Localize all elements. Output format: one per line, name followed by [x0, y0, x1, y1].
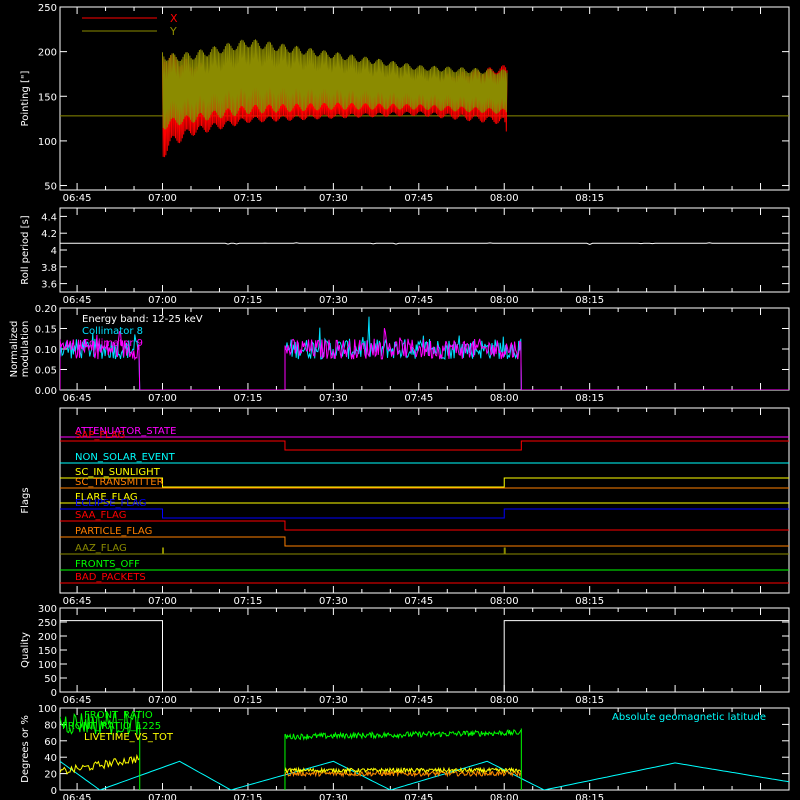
y-tick-label: 0.20: [35, 304, 57, 315]
x-tick-label: 07:15: [234, 695, 263, 706]
x-tick-label: 06:45: [63, 695, 92, 706]
y-tick-label: 0.05: [35, 366, 57, 377]
legend-collimator-8: Collimator 8: [82, 326, 143, 337]
y-axis-label: Quality: [20, 632, 31, 668]
x-tick-label: 07:30: [319, 393, 348, 404]
x-tick-label: 07:00: [148, 193, 177, 204]
x-tick-label: 07:15: [234, 295, 263, 306]
y-tick-label: 300: [38, 604, 57, 615]
x-tick-label: 07:30: [319, 695, 348, 706]
y-tick-label: 100: [38, 660, 57, 671]
flag-label-bad-packets: BAD_PACKETS: [75, 572, 146, 583]
x-tick-label: 08:00: [490, 793, 519, 800]
y-tick-label: 0.00: [35, 386, 57, 397]
y-tick-label: 250: [38, 3, 57, 14]
x-tick-label: 06:45: [63, 393, 92, 404]
chart-canvas: 06:45 07:00 07:15 07:30 07:45 08:00 08:15 Point…: [0, 0, 800, 800]
y-tick-label: 4.2: [41, 229, 57, 240]
x-tick-label: 07:30: [319, 193, 348, 204]
x-tick-label: 06:45: [63, 793, 92, 800]
y-tick-label: 40: [44, 753, 57, 764]
x-tick-label: 07:00: [148, 393, 177, 404]
y-tick-label: 4.4: [41, 212, 57, 223]
x-tick-label: 08:00: [490, 393, 519, 404]
y-tick-label: 20: [44, 770, 57, 781]
x-tick-label: 07:45: [404, 596, 433, 607]
x-tick-label: 06:45: [63, 295, 92, 306]
x-tick-label: 08:00: [490, 295, 519, 306]
y-tick-label: 0.10: [35, 345, 57, 356]
x-tick-label: 06:45: [63, 193, 92, 204]
y-tick-label: 200: [38, 48, 57, 59]
flag-label-fronts-off: FRONTS_OFF: [75, 559, 140, 570]
y-axis-label: Degrees or %: [20, 715, 31, 783]
y-tick-label: 4: [51, 246, 57, 257]
flag-label-sc-transmitter: SC_TRANSMITTER: [75, 477, 164, 488]
flag-label-eclipse-flag: ECLIPSE_FLAG: [75, 498, 146, 509]
x-tick-label: 08:00: [490, 596, 519, 607]
x-tick-label: 07:30: [319, 793, 348, 800]
x-tick-label: 08:15: [575, 193, 604, 204]
y-tick-label: 150: [38, 92, 57, 103]
x-tick-label: 07:45: [404, 193, 433, 204]
legend-collimator-9: Collimator 9: [82, 338, 143, 349]
x-tick-label: 07:15: [234, 793, 263, 800]
x-tick-label: 07:45: [404, 695, 433, 706]
x-tick-label: 07:15: [234, 193, 263, 204]
x-tick-label: 07:00: [148, 596, 177, 607]
x-tick-label: 06:45: [63, 596, 92, 607]
y-tick-label: 150: [38, 646, 57, 657]
x-tick-label: 07:45: [404, 295, 433, 306]
y-axis-label: modulation: [20, 321, 31, 378]
x-tick-label: 07:30: [319, 596, 348, 607]
legend-front-ratio: FRONT_RATIO: [84, 710, 153, 721]
energy-band-annotation: Energy band: 12-25 keV: [82, 314, 203, 325]
x-tick-label: 08:15: [575, 295, 604, 306]
x-tick-label: 07:30: [319, 295, 348, 306]
x-tick-label: 08:00: [490, 695, 519, 706]
legend-label-x: X: [170, 12, 178, 25]
y-tick-label: 50: [44, 182, 57, 193]
legend-geomagnetic-latitude: Absolute geomagnetic latitude: [612, 712, 766, 723]
y-tick-label: 3.8: [41, 263, 57, 274]
y-tick-label: 0: [51, 786, 57, 797]
flag-label-particle-flag: PARTICLE_FLAG: [75, 526, 152, 537]
legend-label-y: Y: [169, 25, 177, 38]
y-tick-label: 0: [51, 688, 57, 699]
y-axis-label: Pointing ["]: [20, 70, 31, 126]
y-tick-label: 100: [38, 137, 57, 148]
x-tick-label: 07:00: [148, 695, 177, 706]
x-tick-label: 07:15: [234, 596, 263, 607]
x-tick-label: 08:00: [490, 193, 519, 204]
flag-label-aaz-flag: AAZ_FLAG: [75, 543, 127, 554]
x-tick-label: 08:15: [575, 695, 604, 706]
flag-label-saa-flag: SAA_FLAG: [75, 510, 126, 521]
flag-label-sap-flag: SAP_FLAG: [75, 430, 125, 441]
x-tick-label: 07:00: [148, 793, 177, 800]
flag-label-non-solar-event: NON_SOLAR_EVENT: [75, 452, 176, 463]
x-tick-label: 07:15: [234, 393, 263, 404]
x-tick-label: 07:00: [148, 295, 177, 306]
x-tick-label: 07:45: [404, 793, 433, 800]
y-tick-label: 100: [38, 704, 57, 715]
y-tick-label: 80: [44, 720, 57, 731]
y-tick-label: 200: [38, 632, 57, 643]
y-tick-label: 250: [38, 618, 57, 629]
x-tick-label: 08:15: [575, 596, 604, 607]
y-tick-label: 3.6: [41, 280, 57, 291]
y-tick-label: 0.15: [35, 325, 57, 336]
y-tick-label: 60: [44, 737, 57, 748]
x-tick-label: 07:45: [404, 393, 433, 404]
x-tick-label: 08:15: [575, 393, 604, 404]
legend-front-ratio-1225: FRONT_RATIO_1225: [62, 721, 161, 732]
y-axis-label: Normalized: [9, 321, 20, 378]
legend-livetime-vs-tot: LIVETIME_VS_TOT: [84, 732, 174, 743]
x-tick-label: 08:15: [575, 793, 604, 800]
y-axis-label: Flags: [20, 487, 31, 513]
y-axis-label: Roll period [s]: [20, 215, 31, 284]
y-tick-label: 50: [44, 674, 57, 685]
